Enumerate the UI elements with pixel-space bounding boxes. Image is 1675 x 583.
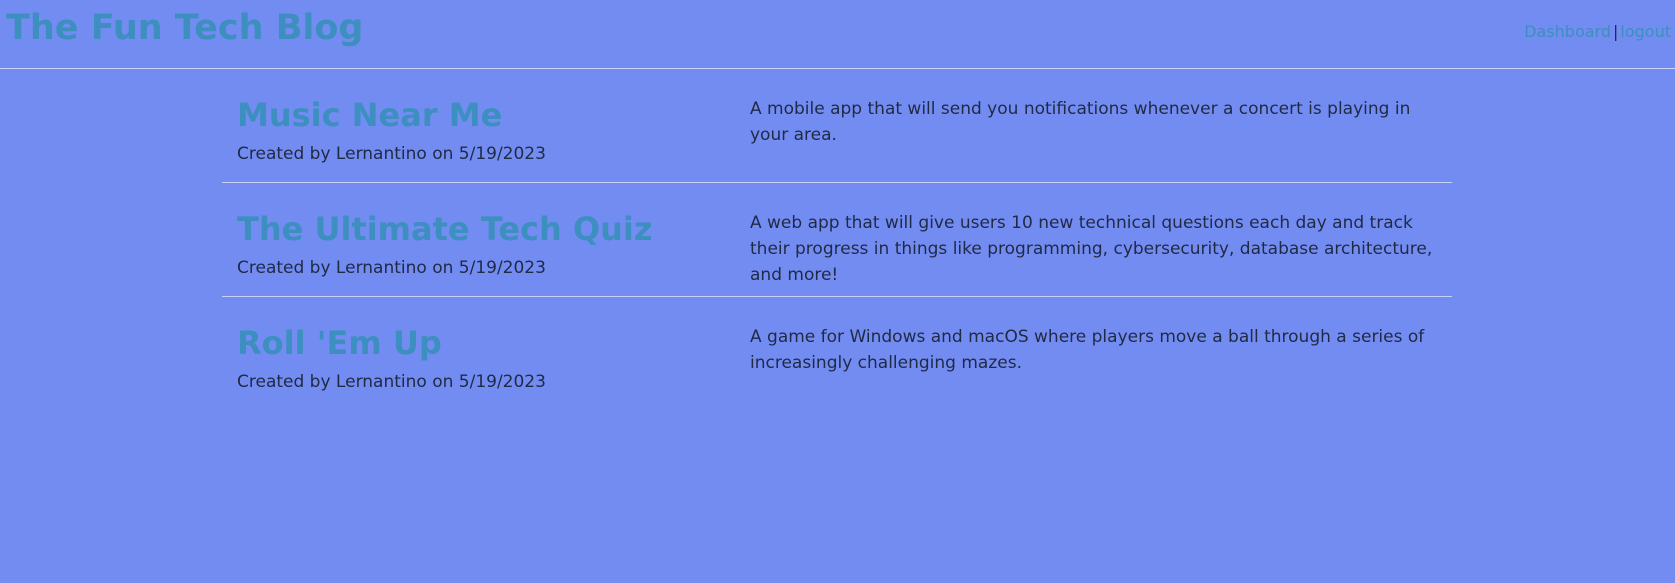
- post-description: A mobile app that will send you notifica…: [750, 99, 1411, 145]
- post-item[interactable]: The Ultimate Tech Quiz Created by Lernan…: [222, 183, 1452, 297]
- post-heading-group: The Ultimate Tech Quiz Created by Lernan…: [237, 209, 717, 278]
- dashboard-link[interactable]: Dashboard: [1524, 22, 1611, 41]
- nav-separator: |: [1613, 22, 1619, 41]
- post-heading-group: Music Near Me Created by Lernantino on 5…: [237, 95, 717, 164]
- post-description: A game for Windows and macOS where playe…: [750, 327, 1425, 373]
- post-description: A web app that will give users 10 new te…: [750, 213, 1433, 285]
- post-meta: Created by Lernantino on 5/19/2023: [237, 258, 546, 278]
- logout-link[interactable]: logout: [1620, 22, 1671, 41]
- post-title[interactable]: Roll 'Em Up: [237, 323, 717, 363]
- post-meta: Created by Lernantino on 5/19/2023: [237, 372, 546, 392]
- post-heading-group: Roll 'Em Up Created by Lernantino on 5/1…: [237, 323, 717, 392]
- post-meta: Created by Lernantino on 5/19/2023: [237, 144, 546, 164]
- top-nav: Dashboard | logout: [1524, 22, 1671, 41]
- post-item[interactable]: Roll 'Em Up Created by Lernantino on 5/1…: [222, 297, 1452, 410]
- post-list: Music Near Me Created by Lernantino on 5…: [222, 69, 1452, 410]
- post-title[interactable]: The Ultimate Tech Quiz: [237, 209, 717, 249]
- post-item[interactable]: Music Near Me Created by Lernantino on 5…: [222, 69, 1452, 183]
- post-title[interactable]: Music Near Me: [237, 95, 717, 135]
- site-header: The Fun Tech Blog Dashboard | logout: [0, 0, 1675, 69]
- site-title[interactable]: The Fun Tech Blog: [6, 8, 364, 48]
